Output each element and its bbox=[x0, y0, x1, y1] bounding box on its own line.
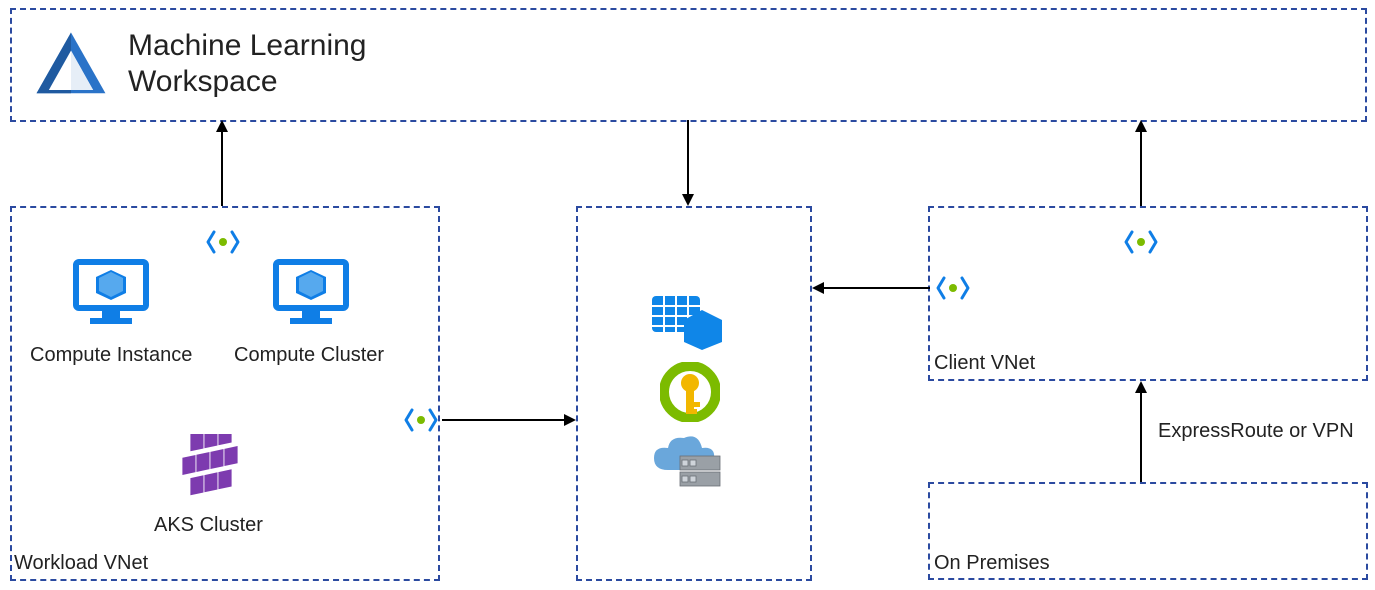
aks-cluster-icon bbox=[170, 434, 254, 502]
client-vnet-label: Client VNet bbox=[934, 352, 1035, 375]
private-endpoint-icon bbox=[1124, 228, 1158, 256]
arrow-client-to-workspace bbox=[1131, 120, 1151, 206]
aks-cluster-label: AKS Cluster bbox=[154, 514, 263, 537]
workspace-title-line2: Workspace bbox=[128, 65, 278, 98]
workspace-title-line1: Machine Learning bbox=[128, 29, 367, 62]
container-registry-icon bbox=[654, 436, 726, 492]
keyvault-icon bbox=[660, 362, 720, 422]
private-endpoint-icon bbox=[404, 406, 438, 434]
arrow-workspace-to-services bbox=[678, 120, 698, 206]
arrow-workload-to-workspace bbox=[212, 120, 232, 206]
workspace-title: Machine Learning Workspace bbox=[128, 28, 367, 100]
compute-cluster-label: Compute Cluster bbox=[234, 344, 384, 367]
arrow-onprem-to-client bbox=[1131, 381, 1151, 482]
private-endpoint-icon bbox=[206, 228, 240, 256]
compute-instance-label: Compute Instance bbox=[30, 344, 192, 367]
azure-ml-icon bbox=[30, 26, 112, 108]
workload-vnet-label: Workload VNet bbox=[14, 552, 148, 575]
arrow-workload-to-services bbox=[442, 410, 576, 430]
private-endpoint-icon bbox=[936, 274, 970, 302]
compute-cluster-icon bbox=[272, 258, 350, 328]
storage-icon bbox=[650, 292, 724, 350]
compute-instance-icon bbox=[72, 258, 150, 328]
on-premises-label: On Premises bbox=[934, 552, 1050, 575]
expressroute-label: ExpressRoute or VPN bbox=[1158, 420, 1354, 443]
arrow-client-to-services bbox=[812, 278, 930, 298]
